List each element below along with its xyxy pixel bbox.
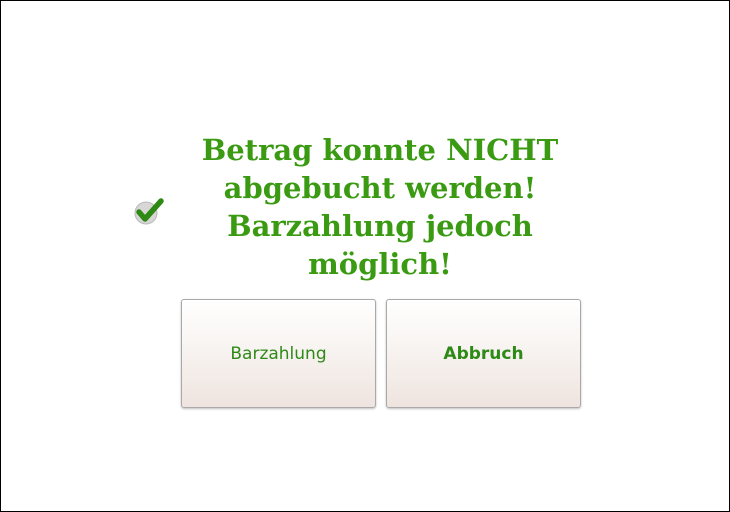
dialog-frame: Betrag konnte NICHT abgebucht werden! Ba… [0, 0, 730, 512]
message-line: Betrag konnte NICHT [201, 133, 559, 167]
message-line: Barzahlung jedoch [227, 209, 533, 243]
abort-button[interactable]: Abbruch [386, 299, 581, 408]
status-message: Betrag konnte NICHT abgebucht werden! Ba… [171, 131, 589, 283]
message-line: möglich! [308, 247, 452, 281]
cash-payment-label: Barzahlung [230, 343, 327, 364]
message-line: abgebucht werden! [223, 171, 537, 205]
abort-label: Abbruch [443, 343, 524, 364]
checkmark-icon [132, 194, 166, 228]
cash-payment-button[interactable]: Barzahlung [181, 299, 376, 408]
